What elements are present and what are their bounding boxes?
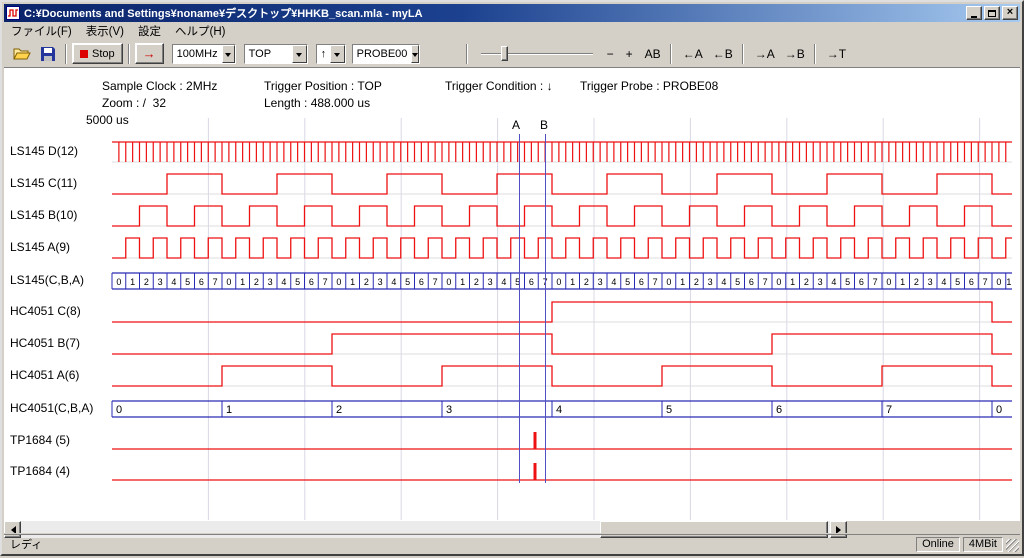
minimize-icon <box>971 16 977 18</box>
goto-trigger-button[interactable]: →T <box>823 45 850 63</box>
window-controls: × <box>966 6 1018 20</box>
menu-item-0[interactable]: ファイル(F) <box>4 21 79 41</box>
channel-label: TP1684 (4) <box>10 464 70 478</box>
menu-item-2[interactable]: 設定 <box>131 21 168 41</box>
statusbar: レディ Online 4MBit <box>4 535 1020 553</box>
toolbar: Stop → 100MHz TOP ↑ PROBE00 − + AB ←A ←B… <box>4 40 1020 68</box>
menubar: ファイル(F)表示(V)設定ヘルプ(H) <box>4 22 1020 40</box>
channel-label: HC4051 A(6) <box>10 368 79 382</box>
slider-thumb[interactable] <box>501 46 508 61</box>
ab-button[interactable]: AB <box>641 45 665 63</box>
open-button[interactable] <box>10 43 34 65</box>
channel-label: LS145 D(12) <box>10 144 78 158</box>
chevron-down-icon[interactable] <box>330 45 345 63</box>
memory-indicator: 4MBit <box>963 537 1003 552</box>
length-info: Length : 488.000 us <box>264 96 370 110</box>
stop-label: Stop <box>92 48 115 60</box>
probe-value: PROBE00 <box>353 48 412 60</box>
toolbar-separator <box>128 44 130 64</box>
toolbar-separator <box>742 44 744 64</box>
online-indicator: Online <box>916 537 960 552</box>
zoom-out-button[interactable]: − <box>603 45 618 63</box>
menu-item-1[interactable]: 表示(V) <box>79 21 131 41</box>
cursor-a-label: A <box>512 118 520 132</box>
maximize-button[interactable] <box>984 6 1000 20</box>
titlebar[interactable]: C:¥Documents and Settings¥noname¥デスクトップ¥… <box>4 4 1020 22</box>
goto-b-right-button[interactable]: →B <box>781 45 809 63</box>
toolbar-separator <box>65 44 67 64</box>
window-title: C:¥Documents and Settings¥noname¥デスクトップ¥… <box>24 5 966 21</box>
run-button[interactable]: → <box>135 43 164 64</box>
stop-icon <box>80 50 88 58</box>
sample-clock-value: 100MHz <box>173 48 222 60</box>
goto-a-left-button[interactable]: ←A <box>679 45 707 63</box>
trigger-edge-value: ↑ <box>317 48 331 60</box>
goto-b-left-button[interactable]: ←B <box>709 45 737 63</box>
trigger-edge-select[interactable]: ↑ <box>316 44 346 64</box>
channel-label: LS145 C(11) <box>10 176 77 190</box>
maximize-icon <box>988 10 996 17</box>
resize-grip[interactable] <box>1006 539 1019 552</box>
channel-label: LS145 A(9) <box>10 240 70 254</box>
channel-label: LS145(C,B,A) <box>10 273 84 287</box>
waveform-area[interactable] <box>4 69 1020 521</box>
chevron-down-icon[interactable] <box>411 45 419 63</box>
cursor-b-line[interactable] <box>545 134 546 483</box>
trigger-probe-info: Trigger Probe : PROBE08 <box>580 79 718 93</box>
channel-label: LS145 B(10) <box>10 208 77 222</box>
toolbar-separator <box>670 44 672 64</box>
toolbar-separator <box>814 44 816 64</box>
sample-clock-select[interactable]: 100MHz <box>172 44 236 64</box>
open-folder-icon <box>13 47 31 60</box>
app-icon <box>6 6 20 20</box>
chevron-down-icon[interactable] <box>222 45 235 63</box>
cursor-a-line[interactable] <box>519 134 520 483</box>
stop-button[interactable]: Stop <box>72 43 123 64</box>
trigger-position-info: Trigger Position : TOP <box>264 79 382 93</box>
channel-label: TP1684 (5) <box>10 433 70 447</box>
floppy-icon <box>41 47 55 61</box>
minimize-button[interactable] <box>966 6 982 20</box>
menu-item-3[interactable]: ヘルプ(H) <box>168 21 232 41</box>
goto-a-right-button[interactable]: →A <box>751 45 779 63</box>
trigger-position-value: TOP <box>245 48 292 60</box>
zoom-info: Zoom : / 32 <box>102 96 166 110</box>
trigger-position-select[interactable]: TOP <box>244 44 308 64</box>
scroll-left-icon <box>7 526 16 534</box>
channel-label: HC4051(C,B,A) <box>10 401 93 415</box>
zoom-slider[interactable] <box>481 44 593 64</box>
zoom-in-button[interactable]: + <box>622 45 637 63</box>
trigger-condition-info: Trigger Condition : ↓ <box>445 79 553 93</box>
toolbar-separator <box>466 44 468 64</box>
close-button[interactable]: × <box>1002 6 1018 20</box>
scroll-right-icon <box>836 526 845 534</box>
save-button[interactable] <box>36 43 60 65</box>
channel-label: HC4051 B(7) <box>10 336 80 350</box>
chevron-down-icon[interactable] <box>292 45 307 63</box>
channel-label: HC4051 C(8) <box>10 304 81 318</box>
cursor-b-label: B <box>540 118 548 132</box>
slider-groove <box>481 53 593 55</box>
close-icon: × <box>1007 7 1013 18</box>
run-arrow-icon: → <box>143 47 156 60</box>
sample-clock-info: Sample Clock : 2MHz <box>102 79 217 93</box>
status-text: レディ <box>10 536 913 552</box>
time-scale-label: 5000 us <box>86 113 129 127</box>
probe-select[interactable]: PROBE00 <box>352 44 420 64</box>
